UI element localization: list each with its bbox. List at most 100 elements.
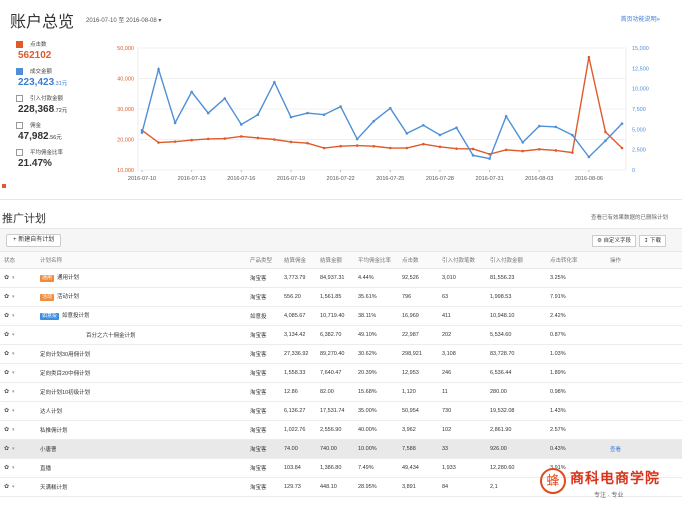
plan-name[interactable]: 私推佣计划 [40,428,68,434]
chevron-down-icon[interactable]: ▾ [12,408,15,414]
pin-icon[interactable]: ✿ [4,332,9,338]
plan-name[interactable]: 天满糕计划 [40,485,68,491]
right-axis-tick-label: 0 [632,168,635,174]
plan-name-cell[interactable]: 私推佣计划 [36,420,246,440]
chevron-down-icon[interactable]: ▾ [12,275,15,281]
cell-cvr: 3.25% [546,268,606,288]
pin-icon[interactable]: ✿ [4,370,9,376]
chevron-down-icon[interactable]: ▾ [12,313,15,319]
pin-icon[interactable]: ✿ [4,446,9,452]
chevron-down-icon[interactable]: ▾ [12,294,15,300]
view-link[interactable]: 查看 [610,447,621,453]
plan-name[interactable]: 如意投计划 [62,313,90,319]
help-link[interactable]: 首页功能说明» [621,14,660,23]
plus-icon: + [13,237,17,243]
plan-name-cell[interactable]: 天满糕计划 [36,477,246,497]
plan-name-cell[interactable]: 小唐曹 [36,439,246,459]
metric-item[interactable]: 平均佣金比率 21.47% [16,148,104,175]
column-header[interactable]: 结算佣金 [280,252,316,269]
plan-name-cell[interactable]: 直播 [36,458,246,478]
metric-checkbox[interactable] [16,41,23,48]
table-row[interactable]: ✿ ▾ 小唐曹 淘宝客 74.00 740.00 10.00% 7,588 33 926.00 0.… [0,439,682,459]
chevron-down-icon[interactable]: ▾ [12,370,15,376]
table-row[interactable]: ✿ ▾ 通用 通用计划 淘宝客 3,773.79 84,937.31 4.44% 92,526 3… [0,268,682,288]
column-header[interactable]: 引入付款金额 [486,252,546,269]
plan-name[interactable]: 定向类目20中佣计划 [40,371,90,377]
deleted-plans-link[interactable]: 查看已有效果数据的已删除计划 [591,213,668,221]
plan-name[interactable]: 小唐曹 [40,447,57,453]
plan-name-cell[interactable]: 活动 活动计划 [36,287,246,307]
table-row[interactable]: ✿ ▾ 私推佣计划 淘宝客 1,022.76 2,556.90 40.00% 3,962 102… [0,420,682,440]
metric-item[interactable]: 点击数 562102 [16,40,104,67]
column-header[interactable]: 点击数 [398,252,438,269]
status-cell[interactable]: ✿ ▾ [0,344,36,364]
plan-name[interactable]: 百分之六十佣金计划 [86,333,136,339]
status-cell[interactable]: ✿ ▾ [0,325,36,345]
status-cell[interactable]: ✿ ▾ [0,401,36,421]
pin-icon[interactable]: ✿ [4,294,9,300]
table-row[interactable]: ✿ ▾ 定向计划30用佣计划 淘宝客 27,336.92 89,270.40 30.62% 2… [0,344,682,364]
pin-icon[interactable]: ✿ [4,275,9,281]
column-header[interactable]: 点击转化率 [546,252,606,269]
status-cell[interactable]: ✿ ▾ [0,477,36,497]
table-row[interactable]: ✿ ▾ 如意投 如意投计划 如意投 4,085.67 10,719.40 38.11% 16,9… [0,306,682,326]
chevron-down-icon[interactable]: ▾ [12,484,15,490]
plan-name-cell[interactable]: 百分之六十佣金计划 [36,325,246,345]
pin-icon[interactable]: ✿ [4,389,9,395]
cell-rate: 40.00% [354,420,398,440]
status-cell[interactable]: ✿ ▾ [0,287,36,307]
table-row[interactable]: ✿ ▾ 活动 活动计划 淘宝客 556.20 1,561.85 35.61% 796 63 1,99… [0,287,682,307]
plan-name[interactable]: 直播 [40,466,51,472]
status-cell[interactable]: ✿ ▾ [0,268,36,288]
pin-icon[interactable]: ✿ [4,484,9,490]
pin-icon[interactable]: ✿ [4,427,9,433]
data-point [322,113,326,116]
metric-checkbox[interactable] [16,149,23,156]
column-header[interactable]: 平均佣金比率 [354,252,398,269]
chevron-down-icon[interactable]: ▾ [12,446,15,452]
chevron-down-icon[interactable]: ▾ [12,465,15,471]
plan-name[interactable]: 定向计划10初级计划 [40,390,90,396]
plan-name-cell[interactable]: 达人计划 [36,401,246,421]
chevron-down-icon[interactable]: ▾ [12,389,15,395]
plan-name[interactable]: 达人计划 [40,409,62,415]
metric-checkbox[interactable] [16,122,23,129]
pin-icon[interactable]: ✿ [4,408,9,414]
table-row[interactable]: ✿ ▾ 定向计划10初级计划 淘宝客 12.86 82.00 15.68% 1,120 11 28… [0,382,682,402]
status-cell[interactable]: ✿ ▾ [0,363,36,383]
custom-columns-button[interactable]: ⚙ 自定义字段 [592,235,636,247]
chevron-down-icon[interactable]: ▾ [12,351,15,357]
chevron-down-icon[interactable]: ▾ [12,427,15,433]
status-cell[interactable]: ✿ ▾ [0,306,36,326]
table-row[interactable]: ✿ ▾ 达人计划 淘宝客 6,136.27 17,531.74 35.00% 50,954 73… [0,401,682,421]
table-row[interactable]: ✿ ▾ 定向类目20中佣计划 淘宝客 1,558.33 7,640.47 20.39% 12,… [0,363,682,383]
new-plan-button[interactable]: + 新建自有计划 [6,234,62,247]
column-header[interactable]: 引入付款笔数 [438,252,486,269]
column-header[interactable]: 结算金额 [316,252,354,269]
plan-name-cell[interactable]: 定向计划30用佣计划 [36,344,246,364]
pin-icon[interactable]: ✿ [4,465,9,471]
plan-name[interactable]: 通用计划 [57,275,79,281]
pin-icon[interactable]: ✿ [4,351,9,357]
metric-item[interactable]: 引入付款金额 228,368.72元 [16,94,104,121]
metric-checkbox[interactable] [16,68,23,75]
plan-name-cell[interactable]: 定向计划10初级计划 [36,382,246,402]
chevron-down-icon[interactable]: ▾ [12,332,15,338]
table-row[interactable]: ✿ ▾ 百分之六十佣金计划 淘宝客 3,134.42 6,382.70 49.10% 22,9… [0,325,682,345]
metric-item[interactable]: 成交金额 223,423.31元 [16,67,104,94]
plan-name[interactable]: 定向计划30用佣计划 [40,352,90,358]
plan-name-cell[interactable]: 如意投 如意投计划 [36,306,246,326]
status-cell[interactable]: ✿ ▾ [0,439,36,459]
plan-name[interactable]: 活动计划 [57,294,79,300]
metric-checkbox[interactable] [16,95,23,102]
plan-name-cell[interactable]: 通用 通用计划 [36,268,246,288]
metric-item[interactable]: 佣金 47,982.56元 [16,121,104,148]
download-button[interactable]: ↧ 下载 [638,235,666,247]
right-axis-tick-label: 12,500 [632,66,649,72]
status-cell[interactable]: ✿ ▾ [0,420,36,440]
date-range-selector[interactable]: 2016-07-10 至 2016-08-08 ▾ [86,15,161,24]
status-cell[interactable]: ✿ ▾ [0,382,36,402]
pin-icon[interactable]: ✿ [4,313,9,319]
plan-name-cell[interactable]: 定向类目20中佣计划 [36,363,246,383]
status-cell[interactable]: ✿ ▾ [0,458,36,478]
